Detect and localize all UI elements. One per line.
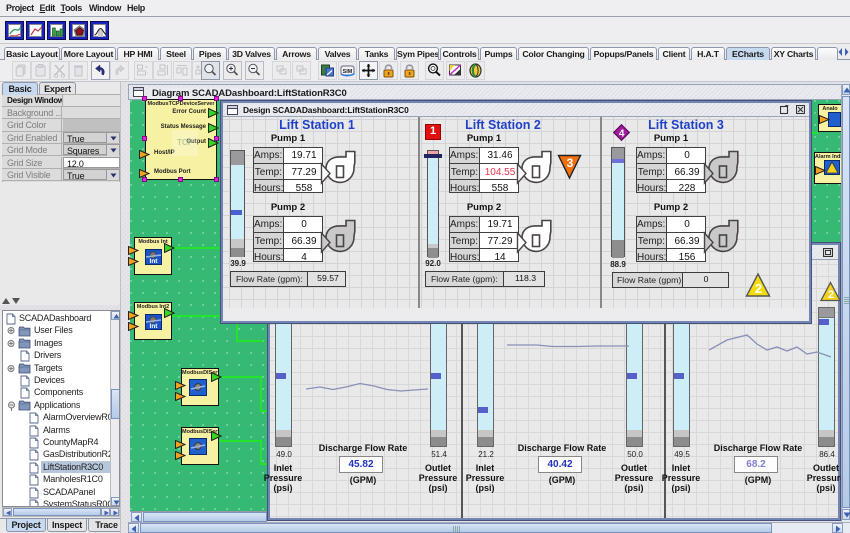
- svg-text:4: 4: [619, 129, 625, 140]
- svg-text:Int: Int: [150, 323, 159, 330]
- svg-text:Int: Int: [150, 258, 159, 265]
- svg-text:2: 2: [828, 289, 834, 301]
- svg-text:SIM: SIM: [343, 69, 353, 75]
- svg-text:3: 3: [567, 156, 574, 170]
- svg-text:2: 2: [755, 281, 762, 296]
